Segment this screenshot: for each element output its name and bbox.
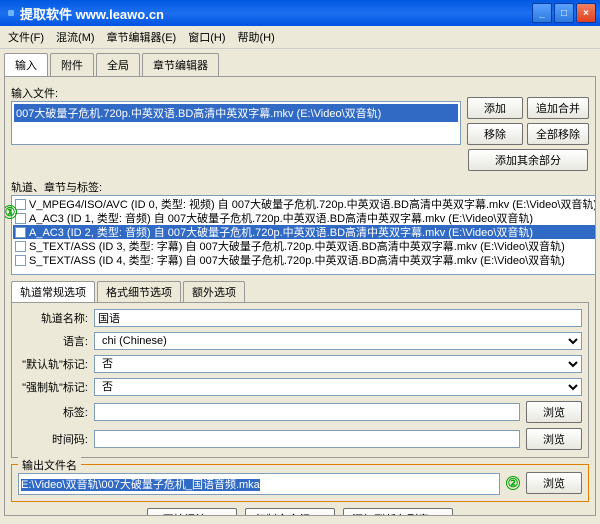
track-row[interactable]: A_AC3 (ID 2, 类型: 音频) 自 007大破量子危机.720p.中英… — [13, 225, 596, 239]
start-mux-button[interactable]: 开始混流(S) — [147, 508, 237, 516]
tab-general-options[interactable]: 轨道常规选项 — [11, 281, 95, 302]
add-queue-button[interactable]: 添加到任务列表(A) — [343, 508, 453, 516]
tags-input[interactable] — [94, 403, 520, 421]
add-rest-button[interactable]: 添加其余部分 — [468, 149, 588, 171]
maximize-button[interactable]: □ — [554, 3, 574, 23]
timecode-label: 时间码: — [18, 431, 88, 447]
track-options-panel: 轨道名称: 语言: chi (Chinese) "默认轨"标记: 否 "强制轨"… — [11, 302, 589, 458]
output-section: 输出文件名 E:\Video\双音轨\007大破量子危机_国语音频.mka ② … — [11, 464, 589, 502]
callout-2: ② — [506, 476, 520, 490]
input-file-item[interactable]: 007大破量子危机.720p.中英双语.BD高清中英双字幕.mkv (E:\Vi… — [14, 104, 458, 122]
add-button[interactable]: 添加 — [467, 97, 523, 119]
menu-help[interactable]: 帮助(H) — [238, 29, 275, 45]
output-legend: 输出文件名 — [18, 457, 81, 473]
output-path-box[interactable]: E:\Video\双音轨\007大破量子危机_国语音频.mka — [18, 473, 500, 495]
track-row[interactable]: A_AC3 (ID 1, 类型: 音频) 自 007大破量子危机.720p.中英… — [13, 211, 596, 225]
copy-cmd-button[interactable]: 复制命令行(C) — [245, 508, 335, 516]
language-select[interactable]: chi (Chinese) — [94, 332, 582, 350]
track-options-tabs: 轨道常规选项 格式细节选项 额外选项 — [11, 281, 589, 302]
track-row[interactable]: S_TEXT/ASS (ID 4, 类型: 字幕) 自 007大破量子危机.72… — [13, 253, 596, 267]
tab-input[interactable]: 输入 — [4, 53, 48, 76]
output-path: E:\Video\双音轨\007大破量子危机_国语音频.mka — [21, 479, 260, 491]
track-name-label: 轨道名称: — [18, 310, 88, 326]
output-browse-button[interactable]: 浏览 — [526, 472, 582, 494]
track-list[interactable]: V_MPEG4/ISO/AVC (ID 0, 类型: 视频) 自 007大破量子… — [11, 195, 596, 275]
default-flag-label: "默认轨"标记: — [18, 356, 88, 372]
tab-attachments[interactable]: 附件 — [50, 53, 94, 76]
input-files-label: 输入文件: — [11, 83, 89, 101]
tags-browse-button[interactable]: 浏览 — [526, 401, 582, 423]
timecode-input[interactable] — [94, 430, 520, 448]
main-panel: 输入文件: 007大破量子危机.720p.中英双语.BD高清中英双字幕.mkv … — [4, 76, 596, 516]
close-button[interactable]: × — [576, 3, 596, 23]
titlebar: 提取软件 www.leawo.cn _ □ × — [0, 0, 600, 26]
append-button[interactable]: 追加合并 — [527, 97, 589, 119]
main-tabs: 输入 附件 全局 章节编辑器 — [0, 49, 600, 76]
tab-chapter-editor[interactable]: 章节编辑器 — [142, 53, 219, 76]
minimize-button[interactable]: _ — [532, 3, 552, 23]
menu-mux[interactable]: 混流(M) — [56, 29, 95, 45]
timecode-browse-button[interactable]: 浏览 — [526, 428, 582, 450]
tab-extra-options[interactable]: 额外选项 — [183, 281, 245, 302]
tab-global[interactable]: 全局 — [96, 53, 140, 76]
bottom-buttons: 开始混流(S) 复制命令行(C) 添加到任务列表(A) — [11, 502, 589, 516]
default-flag-select[interactable]: 否 — [94, 355, 582, 373]
callout-1: ① — [4, 205, 17, 219]
window-title: 提取软件 www.leawo.cn — [20, 4, 532, 23]
menu-window[interactable]: 窗口(H) — [188, 29, 225, 45]
track-row[interactable]: S_TEXT/ASS (ID 3, 类型: 字幕) 自 007大破量子危机.72… — [13, 239, 596, 253]
menu-file[interactable]: 文件(F) — [8, 29, 44, 45]
forced-flag-select[interactable]: 否 — [94, 378, 582, 396]
tab-format-details[interactable]: 格式细节选项 — [97, 281, 181, 302]
app-icon — [8, 10, 14, 16]
remove-all-button[interactable]: 全部移除 — [527, 123, 589, 145]
remove-button[interactable]: 移除 — [467, 123, 523, 145]
input-file-list[interactable]: 007大破量子危机.720p.中英双语.BD高清中英双字幕.mkv (E:\Vi… — [11, 101, 461, 145]
tags-label: 标签: — [18, 404, 88, 420]
tracks-label: 轨道、章节与标签: — [11, 177, 141, 195]
track-row[interactable]: V_MPEG4/ISO/AVC (ID 0, 类型: 视频) 自 007大破量子… — [13, 197, 596, 211]
forced-flag-label: "强制轨"标记: — [18, 379, 88, 395]
menu-chapter-editor[interactable]: 章节编辑器(E) — [107, 29, 177, 45]
track-name-input[interactable] — [94, 309, 582, 327]
language-label: 语言: — [18, 333, 88, 349]
menubar: 文件(F) 混流(M) 章节编辑器(E) 窗口(H) 帮助(H) — [0, 26, 600, 49]
